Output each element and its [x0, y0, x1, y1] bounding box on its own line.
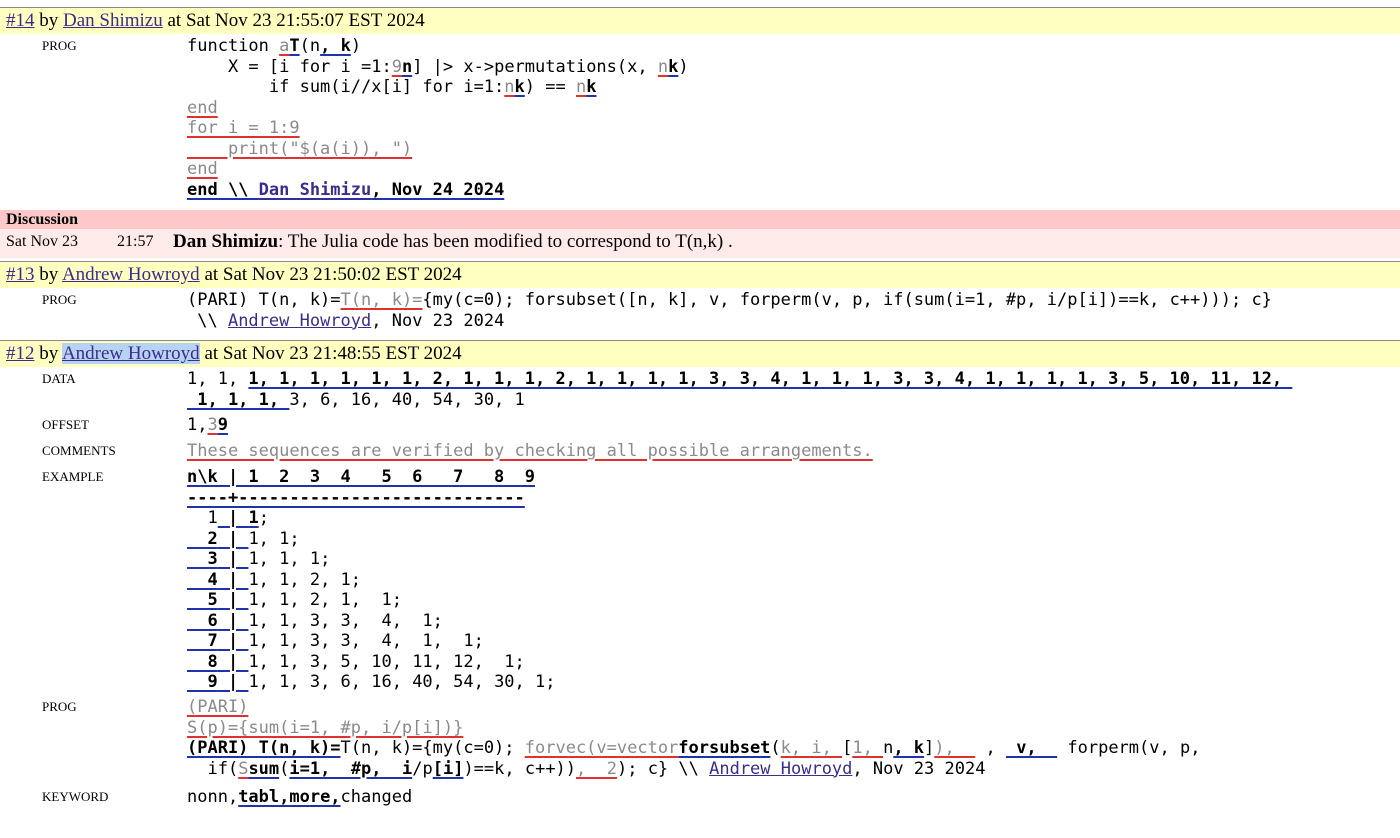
example-table: n\k | 1 2 3 4 5 6 7 8 9 ----+-----------…: [187, 467, 555, 693]
discussion-message: Dan Shimizu: The Julia code has been mod…: [173, 231, 733, 252]
keyword-values: nonn,tabl,more,changed: [187, 787, 413, 807]
deleted-text: print("$(a(i)), "): [187, 138, 413, 159]
prog-code: (PARI) T(n, k)=T(n, k)={my(c=0); forsubs…: [187, 290, 1272, 331]
discussion-header: Discussion: [0, 210, 1400, 229]
inserted-text: ----+----------------------------: [187, 487, 525, 508]
deleted-text: n: [504, 77, 515, 97]
field-label-data: DATA: [42, 371, 76, 386]
inserted-text: T: [289, 36, 300, 56]
inserted-text: 9: [217, 415, 228, 435]
field-label-prog: PROG: [42, 699, 77, 714]
revision-timestamp: at Sat Nov 23 21:55:07 EST 2024: [167, 10, 425, 31]
revision-link-13[interactable]: #13: [6, 264, 35, 285]
data-values: 1, 1, 1, 1, 1, 1, 1, 1, 2, 1, 1, 1, 2, 1…: [187, 369, 1293, 410]
deleted-text: 3: [207, 415, 218, 435]
inserted-text: k: [668, 56, 679, 77]
by-text: by: [39, 264, 59, 285]
deleted-text: a: [279, 36, 290, 56]
deleted-text: S(p)={sum(i=1, #p, i/p[i])}: [187, 717, 464, 738]
inserted-text: end \\ Dan Shimizu, Nov 24 2024: [187, 179, 505, 200]
deleted-text: T(n, k)=: [340, 290, 423, 310]
deleted-text: end: [187, 159, 218, 179]
prog-code: (PARI) S(p)={sum(i=1, #p, i/p[i])} (PARI…: [187, 697, 1201, 779]
field-prog-14: PROG function aT(n, k) X = [i for i =1:9…: [0, 34, 1400, 210]
field-prog-13: PROG (PARI) T(n, k)=T(n, k)={my(c=0); fo…: [0, 288, 1400, 340]
author-link[interactable]: Dan Shimizu: [259, 180, 372, 200]
revision-header-13: #13 by Andrew Howroyd at Sat Nov 23 21:5…: [0, 261, 1400, 288]
deleted-text: (PARI): [187, 697, 249, 717]
discussion-author: Dan Shimizu: [173, 231, 279, 252]
table-row: 8 | 1, 1, 3, 5, 10, 11, 12, 1;: [187, 651, 525, 672]
inserted-text: n: [401, 56, 413, 77]
field-label-comments: COMMENTS: [42, 443, 116, 458]
inserted-text: 1, 1, 1, 1, 1, 1, 2, 1, 1, 1, 2, 1, 1, 1…: [248, 369, 1293, 389]
deleted-text: n: [657, 56, 669, 77]
inserted-text: , k: [320, 36, 351, 56]
inserted-text: tabl,more,: [238, 787, 341, 807]
inserted-text: (PARI) T(n, k)=: [187, 738, 341, 758]
author-link[interactable]: Andrew Howroyd: [228, 311, 371, 331]
inserted-text: n\k | 1 2 3 4 5 6 7 8 9: [187, 467, 535, 487]
field-label-keyword: KEYWORD: [42, 789, 109, 804]
table-row: 5 | 1, 1, 2, 1, 1;: [187, 590, 402, 610]
deleted-text: These sequences are verified by checking…: [187, 441, 873, 461]
field-label-offset: OFFSET: [42, 417, 89, 432]
deleted-text: n: [575, 77, 587, 97]
revision-timestamp: at Sat Nov 23 21:48:55 EST 2024: [204, 343, 462, 364]
table-row: 9 | 1, 1, 3, 6, 16, 40, 54, 30, 1;: [187, 672, 556, 692]
table-row: 1 | 1;: [187, 508, 269, 528]
author-link[interactable]: Andrew Howroyd: [62, 264, 200, 285]
field-example: EXAMPLE n\k | 1 2 3 4 5 6 7 8 9 ----+---…: [0, 465, 1400, 695]
revision-header-12: #12 by Andrew Howroyd at Sat Nov 23 21:4…: [0, 340, 1400, 367]
revision-timestamp: at Sat Nov 23 21:50:02 EST 2024: [204, 264, 462, 285]
inserted-text: k: [514, 77, 525, 97]
field-keyword: KEYWORD nonn,tabl,more,changed: [0, 785, 1400, 811]
revision-link-14[interactable]: #14: [6, 10, 35, 31]
discussion-entry: Sat Nov 23 21:57 Dan Shimizu: The Julia …: [0, 229, 1400, 258]
field-data: DATA 1, 1, 1, 1, 1, 1, 1, 1, 2, 1, 1, 1,…: [0, 367, 1400, 413]
author-link[interactable]: Andrew Howroyd: [709, 759, 852, 779]
author-link[interactable]: Andrew Howroyd: [61, 343, 200, 364]
field-comments: COMMENTS These sequences are verified by…: [0, 439, 1400, 465]
by-text: by: [39, 343, 59, 364]
table-row: 6 | 1, 1, 3, 3, 4, 1;: [187, 610, 443, 631]
by-text: by: [39, 10, 59, 31]
table-row: 2 | 1, 1;: [187, 528, 300, 549]
discussion-time: 21:57: [117, 233, 154, 250]
field-label-example: EXAMPLE: [42, 469, 104, 484]
deleted-text: 9: [391, 56, 402, 77]
revision-link-12[interactable]: #12: [6, 343, 35, 364]
discussion-date: Sat Nov 23: [6, 233, 78, 250]
table-row: 3 | 1, 1, 1;: [187, 549, 331, 569]
inserted-text: 1, 1, 1,: [187, 389, 290, 410]
author-link[interactable]: Dan Shimizu: [63, 10, 163, 31]
field-prog-12: PROG (PARI) S(p)={sum(i=1, #p, i/p[i])} …: [0, 695, 1400, 785]
offset-value: 1,39: [187, 415, 228, 435]
field-offset: OFFSET 1,39: [0, 413, 1400, 439]
field-label-prog: PROG: [42, 292, 77, 307]
comments-text: These sequences are verified by checking…: [187, 441, 873, 462]
table-row: 7 | 1, 1, 3, 3, 4, 1, 1;: [187, 631, 484, 651]
table-row: 4 | 1, 1, 2, 1;: [187, 569, 362, 590]
prog-code: function aT(n, k) X = [i for i =1:9n] |>…: [187, 36, 689, 200]
deleted-text: end: [187, 97, 218, 118]
deleted-text: for i = 1:9: [187, 118, 300, 138]
inserted-text: k: [586, 77, 597, 97]
revision-header-14: #14 by Dan Shimizu at Sat Nov 23 21:55:0…: [0, 7, 1400, 34]
field-label-prog: PROG: [42, 38, 77, 53]
